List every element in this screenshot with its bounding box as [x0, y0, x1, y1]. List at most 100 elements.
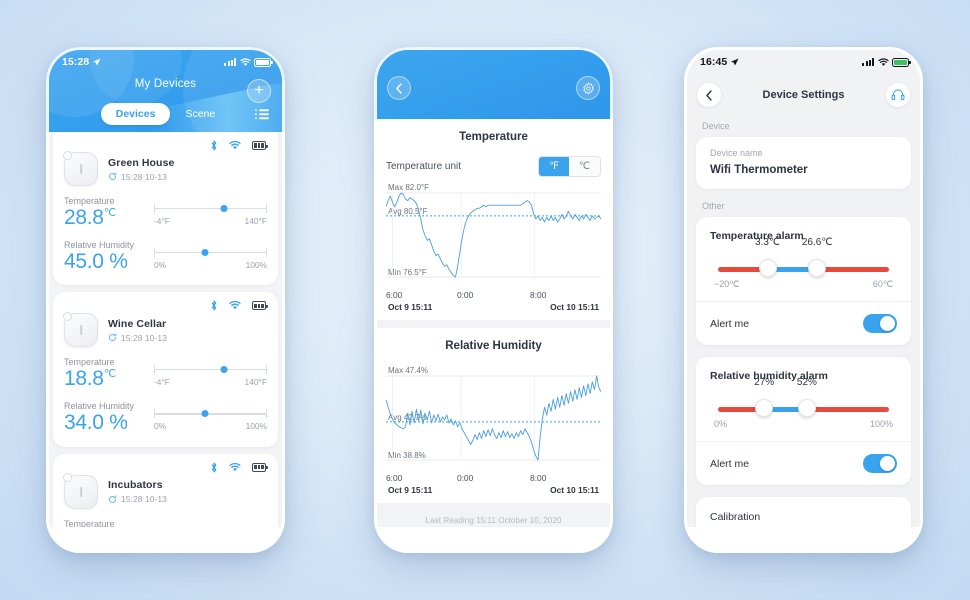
phone-chart-detail: 15:21 Wifi Thermometer — [374, 47, 613, 553]
device-name: Incubators — [108, 479, 163, 492]
temperature-value: 28.8℃ — [64, 206, 116, 229]
slider-knob[interactable] — [201, 249, 209, 257]
slider-range-labels: -4°F 140°F — [154, 216, 267, 226]
device-name-field[interactable]: Device name Wifi Thermometer — [696, 137, 911, 189]
slider-rail — [154, 364, 267, 376]
device-name-value[interactable]: Wifi Thermometer — [710, 164, 897, 176]
calibration-label[interactable]: Calibration — [696, 497, 911, 527]
device-list[interactable]: Green House 15:28 10-13 Temperature 28.8… — [46, 132, 285, 527]
device-card[interactable]: Incubators 15:28 10-13 Temperature 24.0℉ — [53, 453, 278, 527]
gear-icon — [582, 81, 594, 95]
device-status-icons — [210, 300, 268, 311]
settings-body: 16:45 Device Settings Device Device name… — [684, 47, 923, 527]
tab-scene[interactable]: Scene — [170, 103, 230, 125]
timestamp-text: 15:28 10-13 — [121, 171, 167, 182]
device-timestamp: 15:28 10-13 — [108, 172, 174, 182]
chevron-left-icon — [706, 89, 712, 101]
device-card[interactable]: Wine Cellar 15:28 10-13 Temperature 18.8… — [53, 292, 278, 447]
range-end: Oct 10 15:11 — [550, 485, 599, 495]
panel-divider — [374, 320, 613, 328]
device-status-icons — [210, 140, 268, 151]
alert-toggle[interactable] — [863, 314, 897, 333]
device-name-card[interactable]: Device name Wifi Thermometer — [696, 137, 911, 189]
page-title: Device Settings — [762, 89, 845, 101]
humidity-range-indicator[interactable]: 0% 100% — [150, 244, 267, 270]
humidity-metric: Relative Humidity 34.0 % 0% 100% — [64, 401, 267, 435]
temperature-range-slider[interactable]: 3.3℃ 26.6℃ −20℃ 60℃ — [714, 237, 893, 290]
settings-button[interactable] — [576, 76, 600, 100]
wifi-icon — [877, 57, 889, 66]
rail-cap — [265, 248, 267, 258]
bluetooth-icon — [211, 462, 217, 472]
slider-handle-low[interactable] — [755, 399, 774, 417]
humidity-chart[interactable]: Max 47.4% Avg 42.7% Min 38.8% — [386, 366, 601, 472]
humidity-alert-row[interactable]: Alert me — [696, 441, 911, 485]
humidity-date-range: Oct 9 15:11 Oct 10 15:11 — [386, 485, 601, 495]
slider-knob[interactable] — [201, 410, 209, 418]
humidity-alarm: Relative humidity alarm 27% 52% 0% 100% — [696, 357, 911, 441]
back-button[interactable] — [387, 76, 411, 100]
status-left: 16:45 — [700, 56, 739, 68]
alarm-high-value: 26.6℃ — [801, 237, 833, 248]
thermometer-device-icon — [62, 150, 98, 186]
panel-title: Relative Humidity — [445, 340, 542, 352]
slider-range-labels: 0% 100% — [154, 421, 267, 431]
alert-toggle[interactable] — [863, 454, 897, 473]
rail-cap — [154, 204, 156, 214]
alarm-low-value: 27% — [754, 377, 775, 388]
device-name: Wine Cellar — [108, 317, 167, 330]
temperature-value: 18.8℃ — [64, 367, 116, 391]
temperature-line-plot — [386, 192, 601, 278]
list-menu-icon[interactable] — [255, 109, 269, 119]
add-device-button[interactable]: + — [247, 79, 271, 103]
slider-handle-high[interactable] — [797, 399, 816, 417]
status-bar: 16:45 — [684, 47, 923, 73]
metric-label: Temperature — [64, 196, 115, 206]
range-end: Oct 10 15:11 — [550, 302, 599, 312]
humidity-range-slider[interactable]: 27% 52% 0% 100% — [714, 377, 893, 430]
temperature-panel: Temperature Temperature unit ℉ ℃ Max 82.… — [374, 119, 613, 320]
sync-icon — [108, 333, 117, 342]
temperature-chart[interactable]: Max 82.0°F Avg 80.5°F Min 76.5°F — [386, 183, 601, 289]
temperature-alert-row[interactable]: Alert me — [696, 301, 911, 345]
humidity-metric: Relative Humidity 45.0 % 0% 100% — [64, 240, 267, 274]
tab-devices[interactable]: Devices — [100, 103, 171, 125]
support-button[interactable] — [885, 83, 910, 107]
range-max: 140°F — [244, 377, 267, 388]
humidity-panel: Relative Humidity Max 47.4% Avg 42.7% Mi… — [374, 328, 613, 503]
alert-label: Alert me — [710, 317, 750, 330]
temperature-metric: Temperature 28.8℃ -4°F 140°F — [64, 196, 267, 230]
slider-rail — [154, 526, 267, 527]
slider-knob[interactable] — [220, 205, 228, 213]
humidity-range-indicator[interactable]: 0% 100% — [150, 405, 267, 431]
phone-devices-list: 15:28 My Devices + Devices Scene Green H… — [46, 47, 285, 553]
back-button[interactable] — [697, 83, 721, 107]
calibration-card[interactable]: Calibration — [696, 497, 911, 527]
slider-handle-high[interactable] — [808, 259, 827, 277]
slider-rail — [154, 247, 267, 259]
device-card[interactable]: Green House 15:28 10-13 Temperature 28.8… — [53, 132, 278, 286]
slider-range-labels: 0% 100% — [154, 260, 267, 270]
rail-cap — [154, 365, 156, 375]
range-max: 100% — [245, 421, 267, 432]
bluetooth-icon — [211, 140, 217, 151]
temperature-range-indicator[interactable]: -4°F 140°F — [150, 200, 267, 226]
chevron-left-icon — [396, 82, 402, 94]
last-reading-footer: Last Reading 15:11 October 10, 2020 — [425, 516, 562, 525]
wifi-icon — [229, 301, 241, 310]
temperature-range-indicator[interactable]: -4°F 140°F — [150, 523, 267, 527]
metric-label: Temperature — [64, 518, 115, 527]
wifi-icon — [229, 462, 241, 471]
slider-rail — [154, 408, 267, 420]
unit-celsius-button[interactable]: ℃ — [568, 157, 600, 176]
battery-icon — [892, 57, 911, 67]
slider-knob[interactable] — [220, 366, 228, 374]
unit-fahrenheit-button[interactable]: ℉ — [539, 157, 569, 176]
temperature-range-indicator[interactable]: -4°F 140°F — [150, 361, 267, 387]
slider-handle-low[interactable] — [758, 259, 777, 277]
slider-min-label: −20℃ — [714, 279, 740, 289]
slider-range-labels: -4°F 140°F — [154, 377, 267, 387]
temperature-metric: Temperature 24.0℉ -4°F 140°F — [64, 519, 267, 527]
section-label-device: Device — [702, 121, 730, 131]
thermometer-device-icon — [62, 473, 98, 509]
